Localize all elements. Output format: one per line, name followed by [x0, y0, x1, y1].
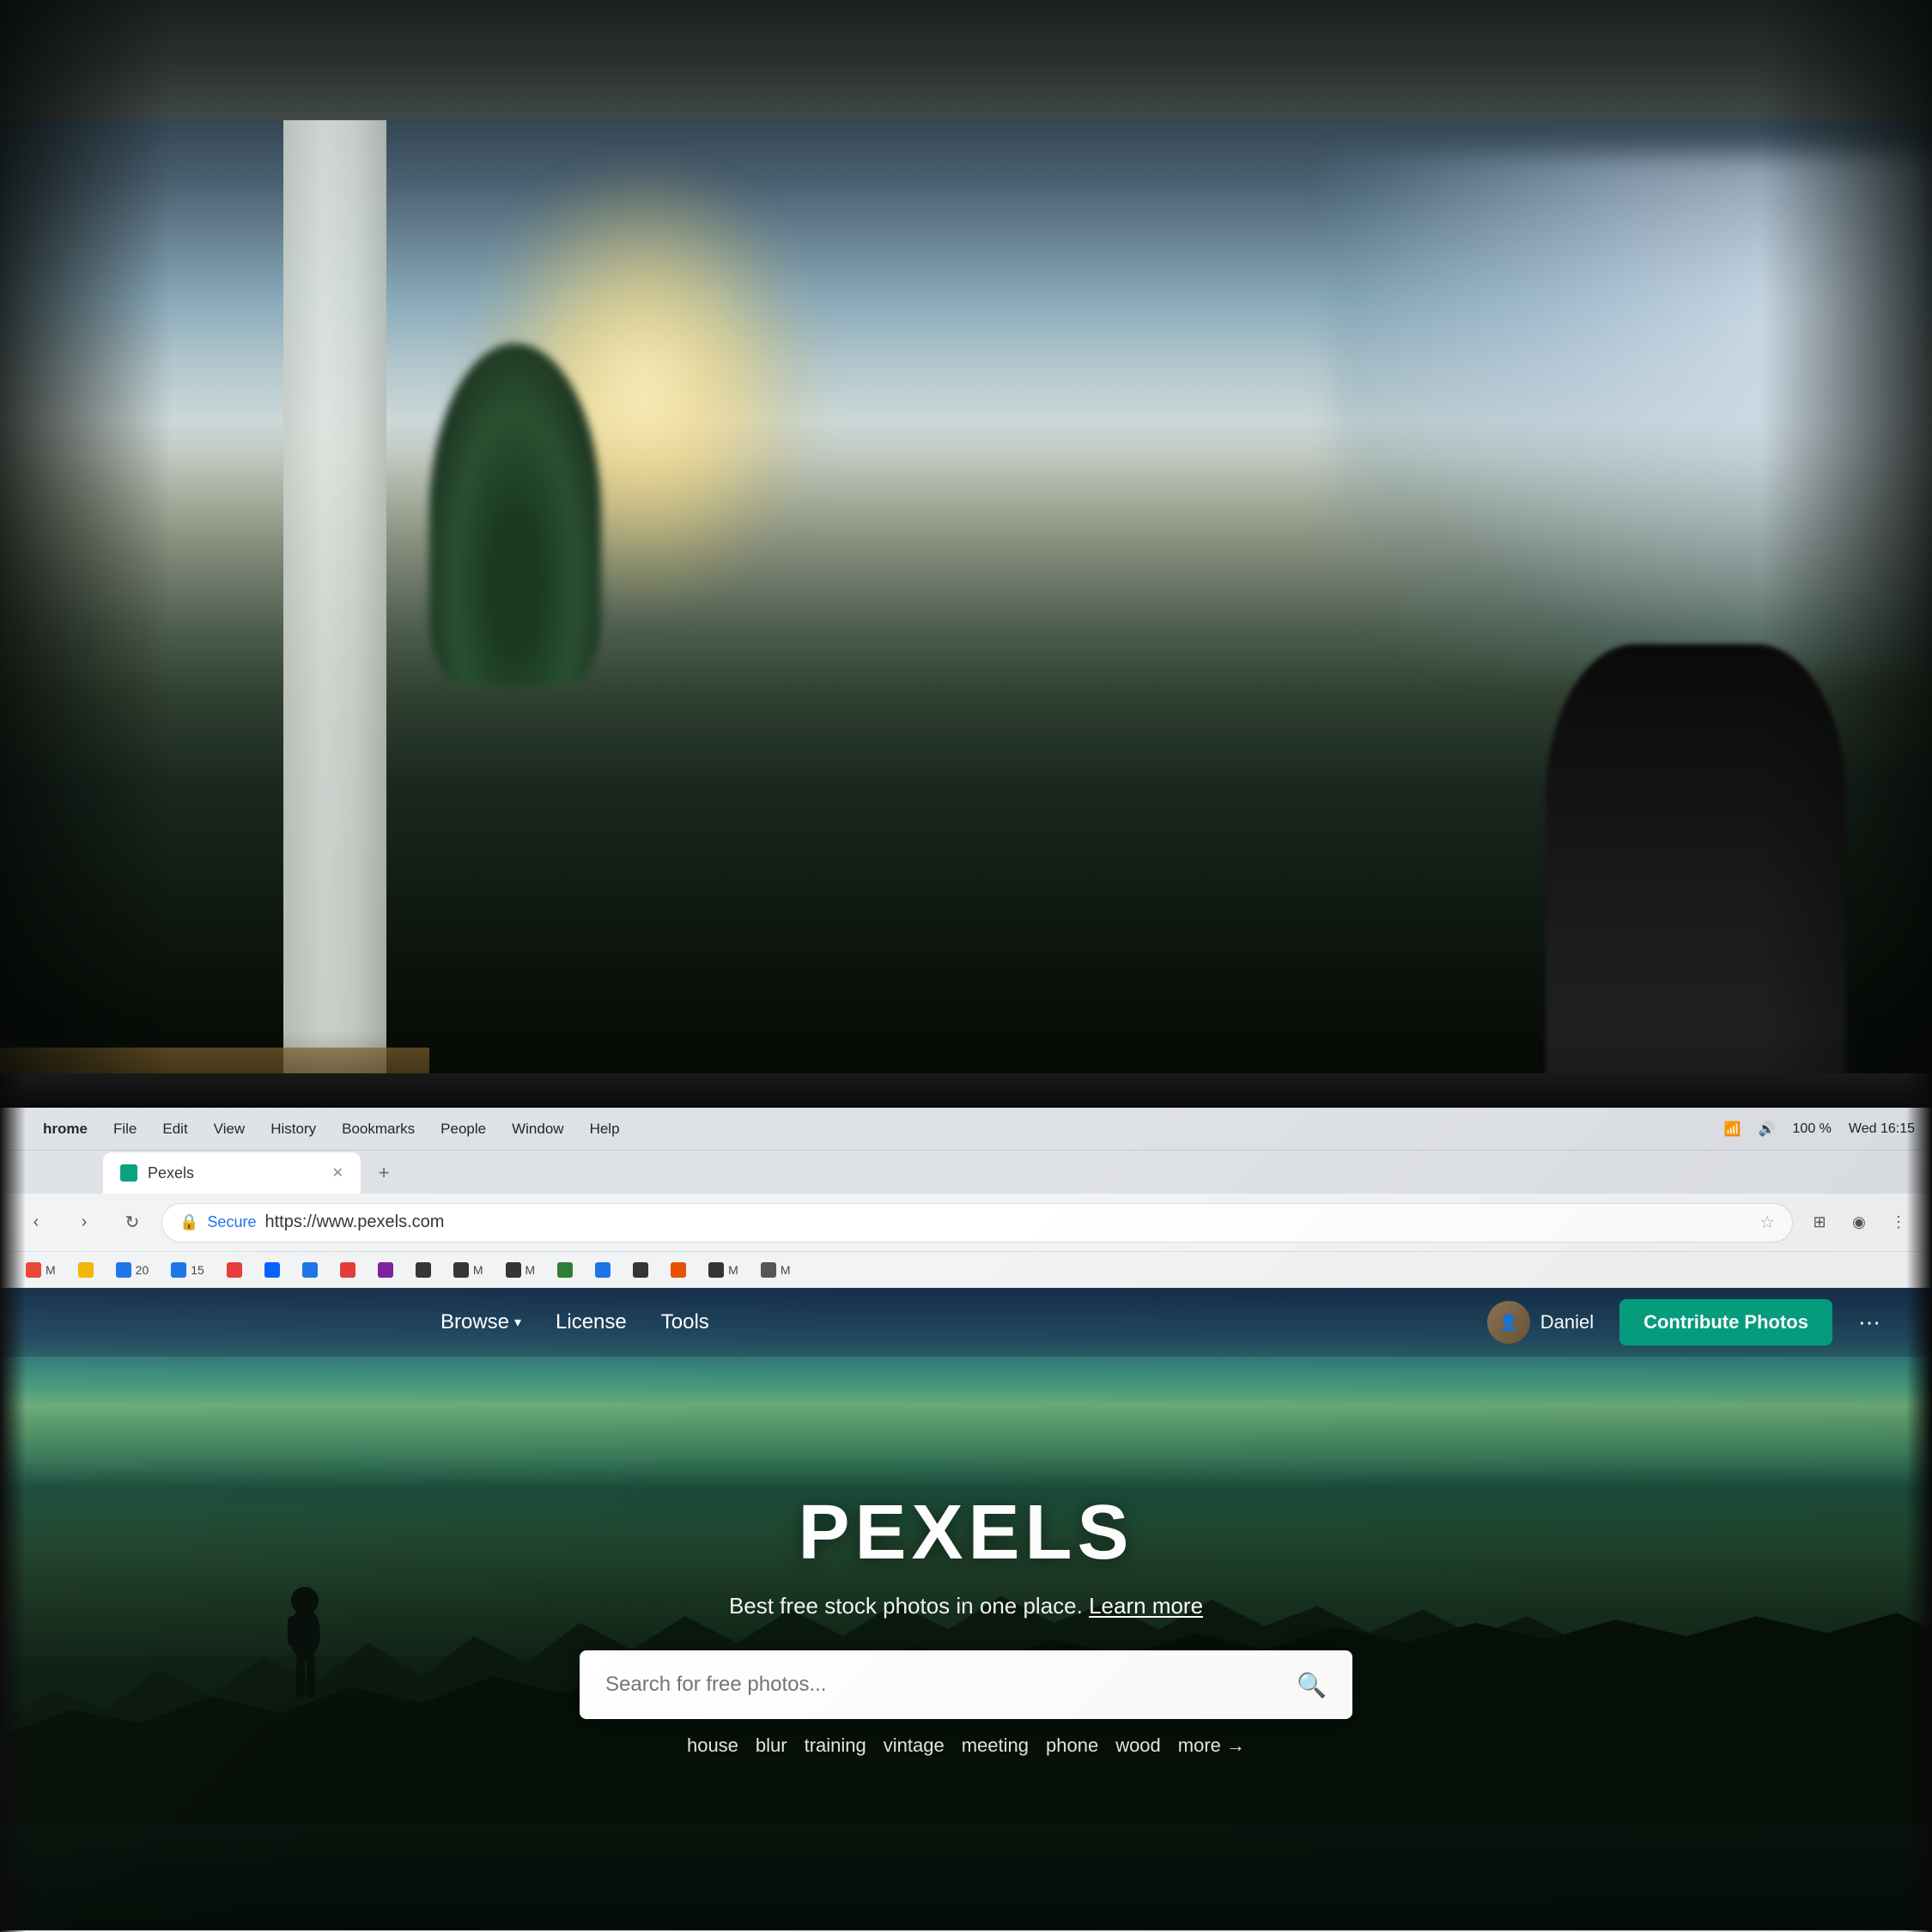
learn-more-link[interactable]: Learn more — [1089, 1593, 1203, 1619]
pexels-hero: Browse ▾ License Tools 👤 Daniel — [0, 1288, 1932, 1932]
tabs-row: Pexels ✕ + — [0, 1151, 1932, 1194]
search-bar: 🔍 — [580, 1650, 1352, 1719]
license-nav-item[interactable]: License — [556, 1310, 627, 1334]
tab-close-icon[interactable]: ✕ — [332, 1164, 343, 1182]
pexels-logo: PEXELS — [580, 1489, 1352, 1577]
bookmark-item6[interactable] — [331, 1259, 364, 1281]
menu-window[interactable]: Window — [512, 1121, 563, 1138]
reload-button[interactable]: ↻ — [113, 1204, 151, 1242]
forward-button[interactable]: › — [65, 1204, 103, 1242]
tag-training[interactable]: training — [805, 1735, 866, 1757]
bookmark-item5[interactable] — [294, 1259, 326, 1281]
bookmark-purple[interactable] — [369, 1259, 402, 1281]
profile-icon[interactable]: ◉ — [1843, 1206, 1875, 1239]
bookmark-dropbox[interactable] — [256, 1259, 289, 1281]
bookmark-star-icon[interactable]: ☆ — [1759, 1212, 1775, 1233]
pexels-site: Browse ▾ License Tools 👤 Daniel — [0, 1288, 1932, 1932]
bookmark-green[interactable] — [549, 1259, 581, 1281]
app-name: hrome — [43, 1121, 88, 1138]
m3-favicon — [708, 1262, 724, 1278]
secure-icon: 🔒 — [179, 1213, 198, 1231]
secure-label: Secure — [207, 1213, 256, 1231]
user-name: Daniel — [1540, 1311, 1594, 1334]
bookmark-blue2[interactable] — [586, 1259, 619, 1281]
hero-tagline: Best free stock photos in one place. Lea… — [580, 1593, 1352, 1619]
menu-bookmarks[interactable]: Bookmarks — [342, 1121, 415, 1138]
blue2-favicon — [595, 1262, 611, 1278]
search-tags: house blur training vintage meeting phon… — [580, 1735, 1352, 1757]
dropbox-favicon — [264, 1262, 280, 1278]
gmail-favicon — [26, 1262, 41, 1278]
tag-phone[interactable]: phone — [1046, 1735, 1098, 1757]
m4-favicon — [761, 1262, 776, 1278]
bookmark-m2[interactable]: M — [497, 1259, 544, 1281]
item3-favicon — [227, 1262, 242, 1278]
tools-nav-item[interactable]: Tools — [661, 1310, 709, 1334]
item6-favicon — [340, 1262, 355, 1278]
active-tab[interactable]: Pexels ✕ — [103, 1152, 361, 1194]
mac-menubar: hrome File Edit View History Bookmarks P… — [0, 1108, 1932, 1151]
bookmark-cal1[interactable]: 20 — [107, 1259, 158, 1281]
contribute-photos-button[interactable]: Contribute Photos — [1619, 1299, 1832, 1346]
toolbar-right-icons: ⊞ ◉ ⋮ — [1803, 1206, 1915, 1239]
bookmark-cal2[interactable]: 15 — [162, 1259, 213, 1281]
address-bar[interactable]: 🔒 Secure https://www.pexels.com ☆ — [161, 1203, 1793, 1242]
extensions-icon[interactable]: ⊞ — [1803, 1206, 1836, 1239]
m2-favicon — [506, 1262, 521, 1278]
browse-chevron-icon: ▾ — [514, 1314, 521, 1331]
bookmark-item3[interactable] — [218, 1259, 251, 1281]
green-favicon — [557, 1262, 573, 1278]
time-display: Wed 16:15 — [1849, 1121, 1915, 1137]
bookmark-black[interactable] — [407, 1259, 440, 1281]
pexels-nav-left: Browse ▾ License Tools — [440, 1310, 709, 1334]
wifi-icon: 📶 — [1724, 1121, 1741, 1138]
hero-content: PEXELS Best free stock photos in one pla… — [580, 1489, 1352, 1757]
menu-people[interactable]: People — [440, 1121, 486, 1138]
menu-history[interactable]: History — [270, 1121, 316, 1138]
battery-text: 100 % — [1793, 1121, 1832, 1137]
browse-nav-item[interactable]: Browse ▾ — [440, 1310, 521, 1334]
black-favicon — [416, 1262, 431, 1278]
pexels-header: Browse ▾ License Tools 👤 Daniel — [0, 1288, 1932, 1357]
bookmark-m4[interactable]: M — [752, 1259, 799, 1281]
bookmark-m1[interactable]: M — [445, 1259, 492, 1281]
tab-favicon — [120, 1164, 137, 1182]
orange-favicon — [671, 1262, 686, 1278]
tab-title: Pexels — [148, 1164, 194, 1182]
pexels-nav-right: 👤 Daniel Contribute Photos ⋯ — [1487, 1299, 1880, 1346]
tag-vintage[interactable]: vintage — [884, 1735, 945, 1757]
url-text: https://www.pexels.com — [264, 1212, 444, 1232]
tag-blur[interactable]: blur — [756, 1735, 787, 1757]
bookmark-m3[interactable]: M — [700, 1259, 747, 1281]
item5-favicon — [302, 1262, 318, 1278]
menu-edit[interactable]: Edit — [162, 1121, 187, 1138]
bookmark-orange[interactable] — [662, 1259, 695, 1281]
new-tab-button[interactable]: + — [362, 1152, 405, 1194]
more-tags-link[interactable]: more → — [1178, 1735, 1245, 1757]
search-input[interactable] — [605, 1673, 1284, 1697]
tag-house[interactable]: house — [687, 1735, 738, 1757]
more-options-nav-icon[interactable]: ⋯ — [1858, 1309, 1880, 1336]
tag-meeting[interactable]: meeting — [962, 1735, 1029, 1757]
user-avatar: 👤 — [1487, 1301, 1530, 1344]
m1-favicon — [453, 1262, 469, 1278]
chrome-toolbar: ‹ › ↻ 🔒 Secure https://www.pexels.com ☆ … — [0, 1194, 1932, 1252]
bookmark-dark2[interactable] — [624, 1259, 657, 1281]
menu-view[interactable]: View — [214, 1121, 246, 1138]
dark2-favicon — [633, 1262, 648, 1278]
search-submit-icon[interactable]: 🔍 — [1297, 1671, 1327, 1699]
cal2-favicon — [171, 1262, 186, 1278]
purple-favicon — [378, 1262, 393, 1278]
menu-help[interactable]: Help — [590, 1121, 620, 1138]
bookmark-drive[interactable] — [70, 1259, 102, 1281]
menu-file[interactable]: File — [113, 1121, 137, 1138]
cal1-favicon — [116, 1262, 131, 1278]
user-profile-area[interactable]: 👤 Daniel — [1487, 1301, 1594, 1344]
drive-favicon — [78, 1262, 94, 1278]
tag-wood[interactable]: wood — [1115, 1735, 1161, 1757]
bookmarks-bar: M 20 15 — [0, 1252, 1932, 1288]
volume-icon: 🔊 — [1759, 1121, 1776, 1138]
